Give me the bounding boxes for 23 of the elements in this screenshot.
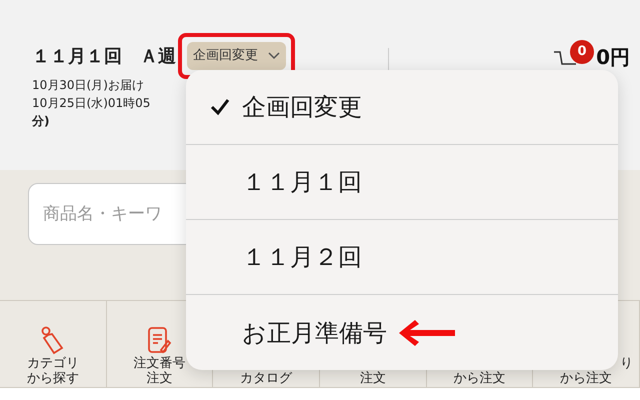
tile-label: り [620, 356, 634, 371]
tile-label: から注文 [560, 371, 612, 386]
menu-item[interactable]: 企画回変更 [208, 89, 362, 125]
nav-tile[interactable]: カテゴリ から探す [0, 301, 107, 388]
delivery-text: 分) [32, 113, 50, 130]
memo-icon [146, 326, 172, 356]
chevron-down-icon [268, 52, 280, 60]
tag-icon [40, 326, 66, 356]
tile-label: から探す [26, 371, 79, 386]
tile-label: カテゴリ [26, 356, 79, 371]
tile-label: 注文 [146, 371, 172, 386]
cart-icon[interactable] [554, 50, 578, 66]
cart-total: 0円 [596, 44, 630, 71]
delivery-text: 10月25日(水)01時05 [32, 95, 150, 112]
checkmark-icon [210, 98, 230, 116]
tile-label: から注文 [453, 371, 506, 386]
tile-label: 注文 [360, 371, 386, 386]
week-title: １１月１回 Ａ週 [32, 44, 176, 68]
tile-label: 注文番号 [133, 356, 186, 371]
tile-label: カタログ [240, 371, 292, 386]
plan-change-button[interactable]: 企画回変更 [187, 42, 286, 70]
cart-badge: 0 [570, 40, 594, 64]
delivery-text: 10月30日(月)お届け [32, 77, 144, 94]
